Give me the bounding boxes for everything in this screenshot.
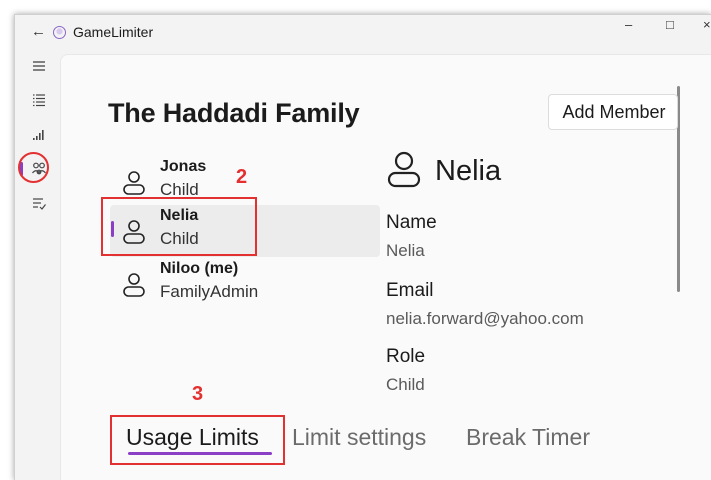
checklist-icon[interactable] <box>31 195 51 215</box>
tab-break-timer[interactable]: Break Timer <box>466 424 590 451</box>
email-label: Email <box>386 280 434 301</box>
annotation-number-3: 3 <box>192 383 204 405</box>
signal-bars-icon[interactable] <box>31 126 51 146</box>
tab-selected-underline <box>128 452 272 455</box>
name-value: Nelia <box>386 241 425 260</box>
person-icon <box>123 273 145 297</box>
title-bar: ← GameLimiter – □ × <box>15 15 711 51</box>
maximize-button[interactable]: □ <box>666 17 674 32</box>
role-value: Child <box>386 375 425 394</box>
member-name: Niloo (me) <box>160 260 239 277</box>
family-title: The Haddadi Family <box>108 98 360 128</box>
close-button[interactable]: × <box>703 17 711 32</box>
back-button[interactable]: ← <box>31 23 46 41</box>
app-logo-icon <box>53 26 66 39</box>
hamburger-menu-icon[interactable] <box>31 58 51 78</box>
member-name: Jonas <box>160 158 207 175</box>
annotation-number-2: 2 <box>236 166 248 188</box>
annotation-circle-nav <box>18 152 49 183</box>
list-icon[interactable] <box>31 92 51 112</box>
member-niloo[interactable]: Niloo (me) FamilyAdmin <box>110 258 380 310</box>
tab-usage-limits[interactable]: Usage Limits <box>126 424 259 451</box>
name-label: Name <box>386 212 437 233</box>
annotation-box-member <box>101 197 257 256</box>
person-icon <box>123 171 145 195</box>
email-value: nelia.forward@yahoo.com <box>386 309 584 328</box>
minimize-button[interactable]: – <box>625 17 632 32</box>
detail-member-name: Nelia <box>435 155 502 187</box>
add-member-button[interactable]: Add Member <box>548 94 678 130</box>
member-role: FamilyAdmin <box>160 282 259 301</box>
window-title: GameLimiter <box>73 24 154 40</box>
role-label: Role <box>386 346 426 367</box>
tab-limit-settings[interactable]: Limit settings <box>292 424 426 451</box>
person-icon <box>387 151 421 188</box>
